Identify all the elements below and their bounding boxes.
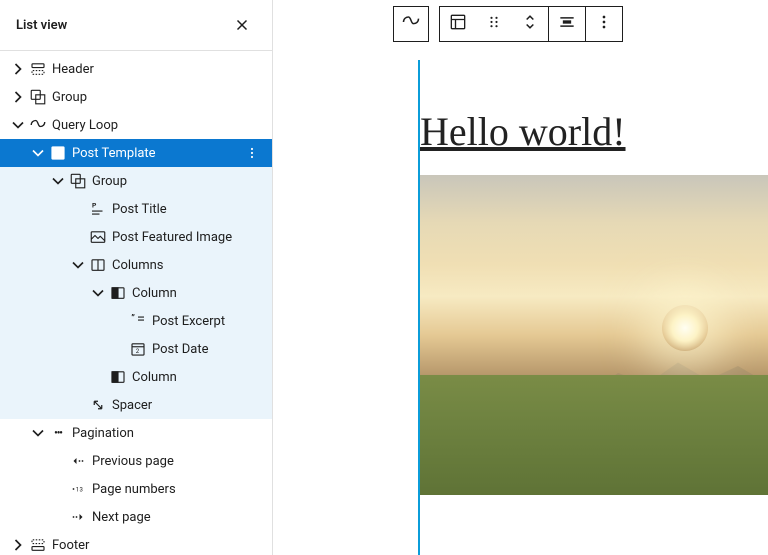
pagination-icon: •••: [48, 428, 68, 439]
tree-label: Header: [52, 62, 264, 77]
tree-item-header[interactable]: Header: [0, 55, 272, 83]
svg-text:3: 3: [80, 486, 83, 493]
svg-text:1: 1: [76, 486, 79, 493]
tree-label: Next page: [92, 510, 264, 525]
chevron-right-icon[interactable]: [8, 535, 28, 555]
tree-label: Group: [52, 90, 264, 105]
chevron-down-icon[interactable]: [28, 143, 48, 163]
chevron-down-icon[interactable]: [68, 255, 88, 275]
tree-item-pt-group[interactable]: Group: [0, 167, 272, 195]
toolbar-align-button[interactable]: [549, 7, 585, 41]
tree-label: Column: [132, 286, 264, 301]
template-part-icon: [28, 536, 48, 554]
post-featured-image[interactable]: [420, 175, 768, 495]
chevron-right-icon[interactable]: [8, 87, 28, 107]
tree-label: Column: [132, 370, 264, 385]
chevron-down-icon[interactable]: [48, 171, 68, 191]
loop-icon: [28, 116, 48, 134]
tree-item-page-numbers[interactable]: 13 Page numbers: [0, 475, 272, 503]
tree-label: Group: [92, 174, 264, 189]
chevron-down-icon[interactable]: [88, 283, 108, 303]
sidebar-header: List view: [0, 0, 272, 51]
tree-label: Spacer: [112, 398, 264, 413]
toolbar-options-button[interactable]: [586, 7, 622, 41]
next-icon: [68, 508, 88, 526]
tree-item-post-date[interactable]: 2 Post Date: [0, 335, 272, 363]
panel-title: List view: [16, 18, 67, 33]
tree-item-post-excerpt[interactable]: ” Post Excerpt: [0, 307, 272, 335]
block-tree: Header Group Query Loop: [0, 51, 272, 555]
image-icon: [88, 228, 108, 246]
tree-label: Post Date: [152, 342, 264, 357]
columns-icon: [88, 256, 108, 274]
tree-item-next-page[interactable]: Next page: [0, 503, 272, 531]
tree-label: Post Featured Image: [112, 230, 264, 245]
item-options-button[interactable]: [240, 145, 264, 161]
toolbar-group: [439, 6, 623, 42]
tree-label: Page numbers: [92, 482, 264, 497]
loop-icon: [401, 12, 421, 36]
toolbar-move-buttons[interactable]: [512, 7, 548, 41]
tree-label: Post Title: [112, 202, 264, 217]
tree-label: Previous page: [92, 454, 264, 469]
list-view-sidebar: List view Header Group: [0, 0, 273, 555]
prev-icon: [68, 452, 88, 470]
align-icon: [557, 12, 577, 36]
tree-label: Post Template: [72, 146, 240, 161]
tree-label: Post Excerpt: [152, 314, 264, 329]
layout-icon: [448, 12, 468, 36]
date-icon: 2: [128, 340, 148, 358]
query-loop-preview[interactable]: Hello world!: [418, 60, 768, 555]
tree-item-spacer[interactable]: Spacer: [0, 391, 272, 419]
block-toolbar: [393, 6, 623, 42]
svg-text:2: 2: [136, 348, 140, 355]
group-icon: [28, 88, 48, 106]
tree-item-pagination[interactable]: ••• Pagination: [0, 419, 272, 447]
spacer-icon: [88, 396, 108, 414]
post-title-icon: P: [88, 200, 108, 218]
column-icon: [108, 284, 128, 302]
svg-text:P: P: [92, 202, 97, 210]
chevron-down-icon[interactable]: [8, 115, 28, 135]
layout-icon: [48, 144, 68, 162]
tree-item-post-featured-image[interactable]: Post Featured Image: [0, 223, 272, 251]
tree-item-post-template[interactable]: Post Template: [0, 139, 272, 167]
tree-item-footer[interactable]: Footer: [0, 531, 272, 555]
tree-label: Footer: [52, 538, 264, 553]
tree-item-query-loop[interactable]: Query Loop: [0, 111, 272, 139]
tree-item-group[interactable]: Group: [0, 83, 272, 111]
tree-label: Query Loop: [52, 118, 264, 133]
tree-item-previous-page[interactable]: Previous page: [0, 447, 272, 475]
page-numbers-icon: 13: [68, 480, 88, 498]
tree-label: Columns: [112, 258, 264, 273]
move-up-down-icon: [520, 12, 540, 36]
group-icon: [68, 172, 88, 190]
editor-canvas: Hello world!: [273, 0, 768, 555]
toolbar-block-type-button[interactable]: [440, 7, 476, 41]
close-icon: [232, 16, 252, 34]
svg-text:”: ”: [131, 314, 135, 324]
more-vertical-icon: [594, 12, 614, 36]
template-part-icon: [28, 60, 48, 78]
chevron-down-icon[interactable]: [28, 423, 48, 443]
tree-item-column-1[interactable]: Column: [0, 279, 272, 307]
chevron-right-icon[interactable]: [8, 59, 28, 79]
post-title[interactable]: Hello world!: [420, 108, 768, 155]
excerpt-icon: ”: [128, 312, 148, 330]
toolbar-parent-button[interactable]: [393, 6, 429, 42]
tree-item-columns[interactable]: Columns: [0, 251, 272, 279]
tree-item-column-2[interactable]: Column: [0, 363, 272, 391]
toolbar-drag-handle[interactable]: [476, 7, 512, 41]
close-button[interactable]: [228, 12, 256, 38]
tree-item-post-title[interactable]: P Post Title: [0, 195, 272, 223]
column-icon: [108, 368, 128, 386]
tree-label: Pagination: [72, 426, 264, 441]
drag-icon: [484, 12, 504, 36]
